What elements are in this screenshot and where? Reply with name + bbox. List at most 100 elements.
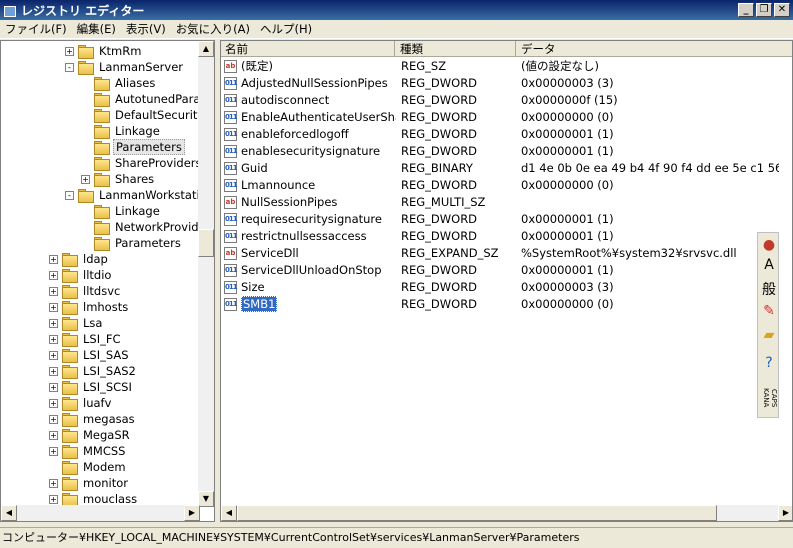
binary-value-icon: 011	[224, 162, 238, 175]
value-row[interactable]: 011 Guid REG_BINARY d1 4e 0b 0e ea 49 b4 4f…	[221, 160, 781, 177]
ime-help-icon[interactable]: ?	[760, 355, 778, 371]
expand-icon[interactable]: +	[49, 286, 58, 296]
ime-input-mode[interactable]: A	[760, 257, 778, 273]
scroll-down-arrow-icon[interactable]: ▼	[198, 491, 214, 507]
close-button[interactable]: ✕	[774, 3, 790, 17]
expand-icon[interactable]: +	[49, 254, 58, 264]
tree-item[interactable]: + monitor	[49, 475, 130, 491]
menu-help[interactable]: ヘルプ(H)	[255, 21, 317, 37]
tree-item[interactable]: - LanmanWorkstation	[65, 187, 214, 203]
column-name-header[interactable]: 名前	[221, 41, 395, 57]
expand-icon[interactable]: +	[49, 430, 58, 440]
ime-dictionary-icon[interactable]: ▰	[760, 327, 778, 343]
expand-icon[interactable]: +	[49, 414, 58, 424]
minimize-button[interactable]: _	[738, 3, 754, 17]
scroll-right-arrow-icon[interactable]: ▶	[778, 505, 792, 521]
ime-tool-icon[interactable]: ✎	[760, 303, 778, 319]
menu-view[interactable]: 表示(V)	[121, 21, 171, 37]
value-data: d1 4e 0b 0e ea 49 b4 4f 90 f4 dd ee 5e c…	[521, 161, 779, 175]
tree-item[interactable]: Parameters	[81, 235, 183, 251]
tree-item[interactable]: + LSI_FC	[49, 331, 123, 347]
menu-file[interactable]: ファイル(F)	[0, 21, 72, 37]
expand-icon[interactable]: +	[49, 494, 58, 504]
tree-item[interactable]: + ldap	[49, 251, 110, 267]
tree-item-label: LSI_SAS	[83, 348, 129, 362]
value-row[interactable]: 011 AdjustedNullSessionPipes REG_DWORD 0x00…	[221, 75, 781, 92]
tree-scroll-thumb[interactable]	[198, 229, 214, 257]
tree-item[interactable]: + MegaSR	[49, 427, 132, 443]
value-row[interactable]: 011 autodisconnect REG_DWORD 0x0000000f (15…	[221, 92, 781, 109]
expand-icon[interactable]: +	[81, 174, 90, 184]
value-row[interactable]: ab NullSessionPipes REG_MULTI_SZ	[221, 194, 781, 211]
expand-icon[interactable]: +	[49, 270, 58, 280]
expand-icon[interactable]: +	[49, 302, 58, 312]
tree-item[interactable]: + LSI_SAS	[49, 347, 131, 363]
value-row[interactable]: 011 Lmannounce REG_DWORD 0x00000000 (0)	[221, 177, 781, 194]
ime-status-icon[interactable]: ●	[760, 237, 778, 253]
tree-item[interactable]: + lmhosts	[49, 299, 130, 315]
column-data-header[interactable]: データ	[517, 41, 792, 57]
value-row[interactable]: 011 requiresecuritysignature REG_DWORD 0x00…	[221, 211, 781, 228]
tree-item[interactable]: Aliases	[81, 75, 157, 91]
value-list-pane[interactable]: 名前 種類 データ ab (既定) REG_SZ (値の設定なし) 011 Adjuste…	[220, 40, 793, 522]
ime-conversion-mode[interactable]: 般	[760, 279, 778, 299]
tree-item[interactable]: + LSI_SCSI	[49, 379, 134, 395]
tree-item[interactable]: Linkage	[81, 203, 162, 219]
value-row[interactable]: ab (既定) REG_SZ (値の設定なし)	[221, 58, 781, 75]
value-row[interactable]: 011 EnableAuthenticateUserSha... REG_DWORD…	[221, 109, 781, 126]
menu-edit[interactable]: 編集(E)	[72, 21, 121, 37]
expand-icon[interactable]: +	[49, 398, 58, 408]
expand-icon[interactable]: +	[49, 366, 58, 376]
expand-icon[interactable]: +	[49, 334, 58, 344]
value-name: ServiceDllUnloadOnStop	[241, 262, 396, 279]
expand-icon[interactable]: +	[49, 446, 58, 456]
tree-vertical-scrollbar[interactable]: ▲ ▼	[198, 41, 214, 507]
tree-item[interactable]: ShareProviders	[81, 155, 204, 171]
scroll-right-arrow-icon[interactable]: ▶	[184, 505, 200, 521]
value-data: 0x00000001 (1)	[521, 229, 614, 243]
maximize-button[interactable]: ❐	[756, 3, 772, 17]
tree-item[interactable]: NetworkProvider	[81, 219, 212, 235]
tree-horizontal-scrollbar[interactable]: ◀ ▶	[1, 505, 200, 521]
list-scroll-thumb[interactable]	[237, 505, 717, 521]
tree-item[interactable]: + MMCSS	[49, 443, 127, 459]
tree-item[interactable]: + Lsa	[49, 315, 104, 331]
tree-item[interactable]: + megasas	[49, 411, 137, 427]
tree-item[interactable]: - LanmanServer	[65, 59, 185, 75]
value-row[interactable]: 011 SMB1 REG_DWORD 0x00000000 (0)	[221, 296, 781, 313]
tree-item[interactable]: + lltdsvc	[49, 283, 122, 299]
tree-item[interactable]: + lltdio	[49, 267, 113, 283]
value-row[interactable]: 011 Size REG_DWORD 0x00000003 (3)	[221, 279, 781, 296]
tree-item[interactable]: + Shares	[81, 171, 156, 187]
tree-item[interactable]: Linkage	[81, 123, 162, 139]
value-row[interactable]: 011 enableforcedlogoff REG_DWORD 0x00000001…	[221, 126, 781, 143]
scroll-left-arrow-icon[interactable]: ◀	[221, 505, 237, 521]
key-tree-pane[interactable]: + KtmRm - LanmanServer AliasesAutotunedParam…	[0, 40, 215, 522]
collapse-icon[interactable]: -	[65, 190, 74, 200]
column-type-header[interactable]: 種類	[396, 41, 516, 57]
expand-icon[interactable]: +	[49, 382, 58, 392]
value-row[interactable]: 011 ServiceDllUnloadOnStop REG_DWORD 0x0000…	[221, 262, 781, 279]
tree-item[interactable]: + KtmRm	[65, 43, 143, 59]
collapse-icon[interactable]: -	[65, 62, 74, 72]
scroll-left-arrow-icon[interactable]: ◀	[1, 505, 17, 521]
tree-item[interactable]: + LSI_SAS2	[49, 363, 138, 379]
value-data: (値の設定なし)	[521, 59, 599, 73]
tree-item[interactable]: AutotunedParamete	[81, 91, 214, 107]
scroll-up-arrow-icon[interactable]: ▲	[198, 41, 214, 57]
menu-favorites[interactable]: お気に入り(A)	[171, 21, 255, 37]
value-row[interactable]: 011 enablesecuritysignature REG_DWORD 0x000…	[221, 143, 781, 160]
value-row[interactable]: ab ServiceDll REG_EXPAND_SZ %SystemRoot%¥sy…	[221, 245, 781, 262]
value-row[interactable]: 011 restrictnullsessaccess REG_DWORD 0x0000…	[221, 228, 781, 245]
tree-item[interactable]: Modem	[49, 459, 128, 475]
tree-item[interactable]: DefaultSecurity	[81, 107, 206, 123]
tree-item[interactable]: + luafv	[49, 395, 113, 411]
expand-icon[interactable]: +	[49, 350, 58, 360]
tree-item[interactable]: Parameters	[81, 139, 185, 155]
value-type: REG_DWORD	[401, 229, 478, 243]
expand-icon[interactable]: +	[49, 478, 58, 488]
expand-icon[interactable]: +	[65, 46, 74, 56]
list-horizontal-scrollbar[interactable]: ◀ ▶	[221, 505, 792, 521]
expand-icon[interactable]: +	[49, 318, 58, 328]
